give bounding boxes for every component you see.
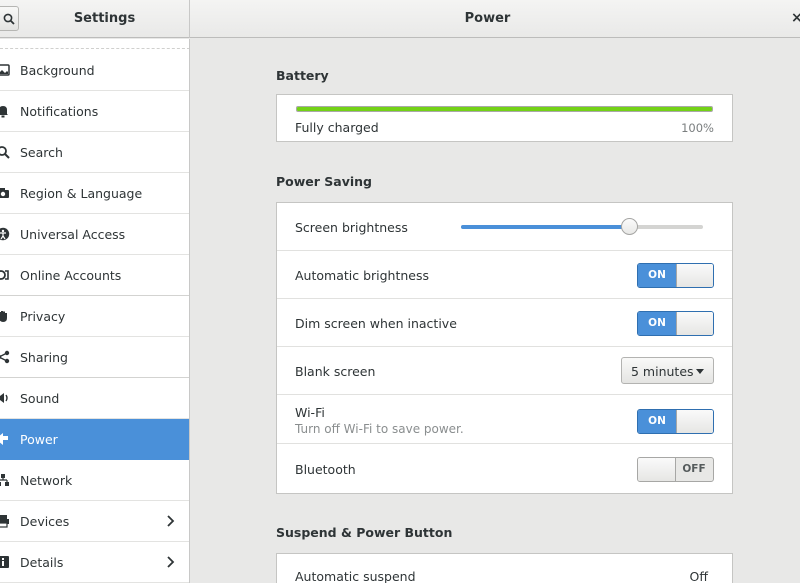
share-icon — [0, 350, 10, 364]
sidebar-item-network[interactable]: Network — [0, 460, 189, 501]
blank-screen-row: Blank screen 5 minutes — [277, 347, 732, 395]
chevron-right-icon — [167, 556, 175, 568]
switch-on-text: ON — [638, 264, 676, 287]
bell-icon — [0, 104, 10, 118]
search-button[interactable] — [0, 6, 19, 31]
suspend-section-title: Suspend & Power Button — [276, 525, 453, 540]
dropdown-arrow-icon — [696, 369, 704, 374]
sidebar-item-label: Universal Access — [20, 226, 126, 242]
bluetooth-row: Bluetooth OFF — [277, 445, 732, 493]
battery-level-fill — [297, 107, 712, 111]
automatic-brightness-row: Automatic brightness ON — [277, 251, 732, 299]
sidebar-item-label: Search — [20, 144, 63, 160]
battery-frame: Fully charged 100% — [276, 94, 733, 142]
switch-knob — [676, 264, 713, 287]
chevron-right-icon — [167, 515, 175, 527]
info-icon — [0, 555, 10, 569]
background-icon — [0, 63, 10, 77]
bluetooth-label: Bluetooth — [295, 462, 356, 477]
sidebar-item-label: Online Accounts — [20, 267, 122, 283]
sidebar: Background Notifications Search Region &… — [0, 39, 190, 583]
battery-level-bar — [296, 106, 713, 112]
automatic-brightness-label: Automatic brightness — [295, 268, 430, 283]
sidebar-header: Settings — [0, 0, 190, 38]
switch-on-text: ON — [638, 410, 676, 433]
sidebar-item-label: Notifications — [20, 103, 99, 119]
close-button[interactable]: × — [791, 10, 800, 26]
switch-on-text: ON — [638, 312, 676, 335]
sidebar-item-label: Background — [20, 62, 95, 78]
sidebar-item-region-language[interactable]: Region & Language — [0, 173, 189, 214]
sidebar-item-label: Region & Language — [20, 185, 143, 201]
sidebar-item-label: Power — [20, 431, 58, 447]
sidebar-item-search[interactable]: Search — [0, 132, 189, 173]
sidebar-item-label: Sharing — [20, 349, 68, 365]
blank-screen-label: Blank screen — [295, 364, 376, 379]
slider-fill — [461, 225, 631, 229]
search-icon — [0, 145, 10, 159]
page-title: Power — [464, 11, 511, 26]
battery-percent: 100% — [681, 121, 714, 135]
sidebar-item-label: Privacy — [20, 308, 66, 324]
sidebar-item-power[interactable]: Power — [0, 419, 189, 460]
sidebar-item-label: Network — [20, 472, 73, 488]
speaker-icon — [0, 391, 10, 405]
sidebar-item-sound[interactable]: Sound — [0, 378, 189, 419]
wifi-row: Wi-Fi Turn off Wi-Fi to save power. ON — [277, 396, 732, 444]
automatic-suspend-row[interactable]: Automatic suspend Off — [277, 554, 732, 583]
wifi-switch[interactable]: ON — [637, 409, 714, 434]
slider-knob[interactable] — [621, 218, 639, 235]
bluetooth-switch[interactable]: OFF — [637, 457, 714, 482]
sidebar-item-label: Details — [20, 554, 64, 570]
power-saving-frame: Screen brightness Automatic brightness O… — [276, 202, 733, 494]
screen-brightness-slider[interactable] — [461, 218, 703, 235]
wifi-sublabel: Turn off Wi-Fi to save power. — [295, 422, 464, 436]
header-bar: Settings Power × — [0, 0, 800, 38]
switch-knob — [676, 410, 713, 433]
suspend-frame: Automatic suspend Off — [276, 553, 733, 583]
main-panel: Battery Fully charged 100% Power Saving … — [191, 39, 800, 583]
switch-knob — [638, 458, 676, 481]
dim-screen-row: Dim screen when inactive ON — [277, 299, 732, 347]
sidebar-item-label: Devices — [20, 513, 70, 529]
network-icon — [0, 473, 10, 487]
battery-status: Fully charged — [295, 120, 379, 135]
printer-icon — [0, 514, 10, 528]
power-icon — [0, 432, 10, 446]
camera-icon — [0, 186, 10, 200]
screen-brightness-row: Screen brightness — [277, 203, 732, 251]
wifi-label: Wi-Fi — [295, 405, 325, 420]
battery-section-title: Battery — [276, 68, 329, 83]
dim-screen-label: Dim screen when inactive — [295, 316, 457, 331]
sidebar-item-privacy[interactable]: Privacy — [0, 296, 189, 337]
dim-screen-switch[interactable]: ON — [637, 311, 714, 336]
automatic-suspend-label: Automatic suspend — [295, 569, 416, 583]
sidebar-item-background[interactable]: Background — [0, 50, 189, 91]
switch-knob — [676, 312, 713, 335]
sidebar-item-devices[interactable]: Devices — [0, 501, 189, 542]
sidebar-item-sharing[interactable]: Sharing — [0, 337, 189, 378]
switch-off-text: OFF — [682, 463, 706, 475]
settings-title: Settings — [73, 11, 136, 26]
search-icon — [3, 13, 15, 25]
accessibility-icon — [0, 227, 10, 241]
online-accounts-icon — [0, 268, 10, 282]
automatic-brightness-switch[interactable]: ON — [637, 263, 714, 288]
blank-screen-dropdown[interactable]: 5 minutes — [621, 357, 714, 384]
sidebar-item-universal-access[interactable]: Universal Access — [0, 214, 189, 255]
sidebar-top-divider — [0, 39, 189, 49]
screen-brightness-label: Screen brightness — [295, 220, 408, 235]
power-saving-section-title: Power Saving — [276, 174, 373, 189]
sidebar-item-label: Sound — [20, 390, 60, 406]
hand-icon — [0, 309, 10, 323]
sidebar-item-notifications[interactable]: Notifications — [0, 91, 189, 132]
blank-screen-value: 5 minutes — [631, 364, 694, 379]
sidebar-item-online-accounts[interactable]: Online Accounts — [0, 255, 189, 296]
sidebar-item-details[interactable]: Details — [0, 542, 189, 583]
automatic-suspend-value: Off — [689, 569, 708, 583]
